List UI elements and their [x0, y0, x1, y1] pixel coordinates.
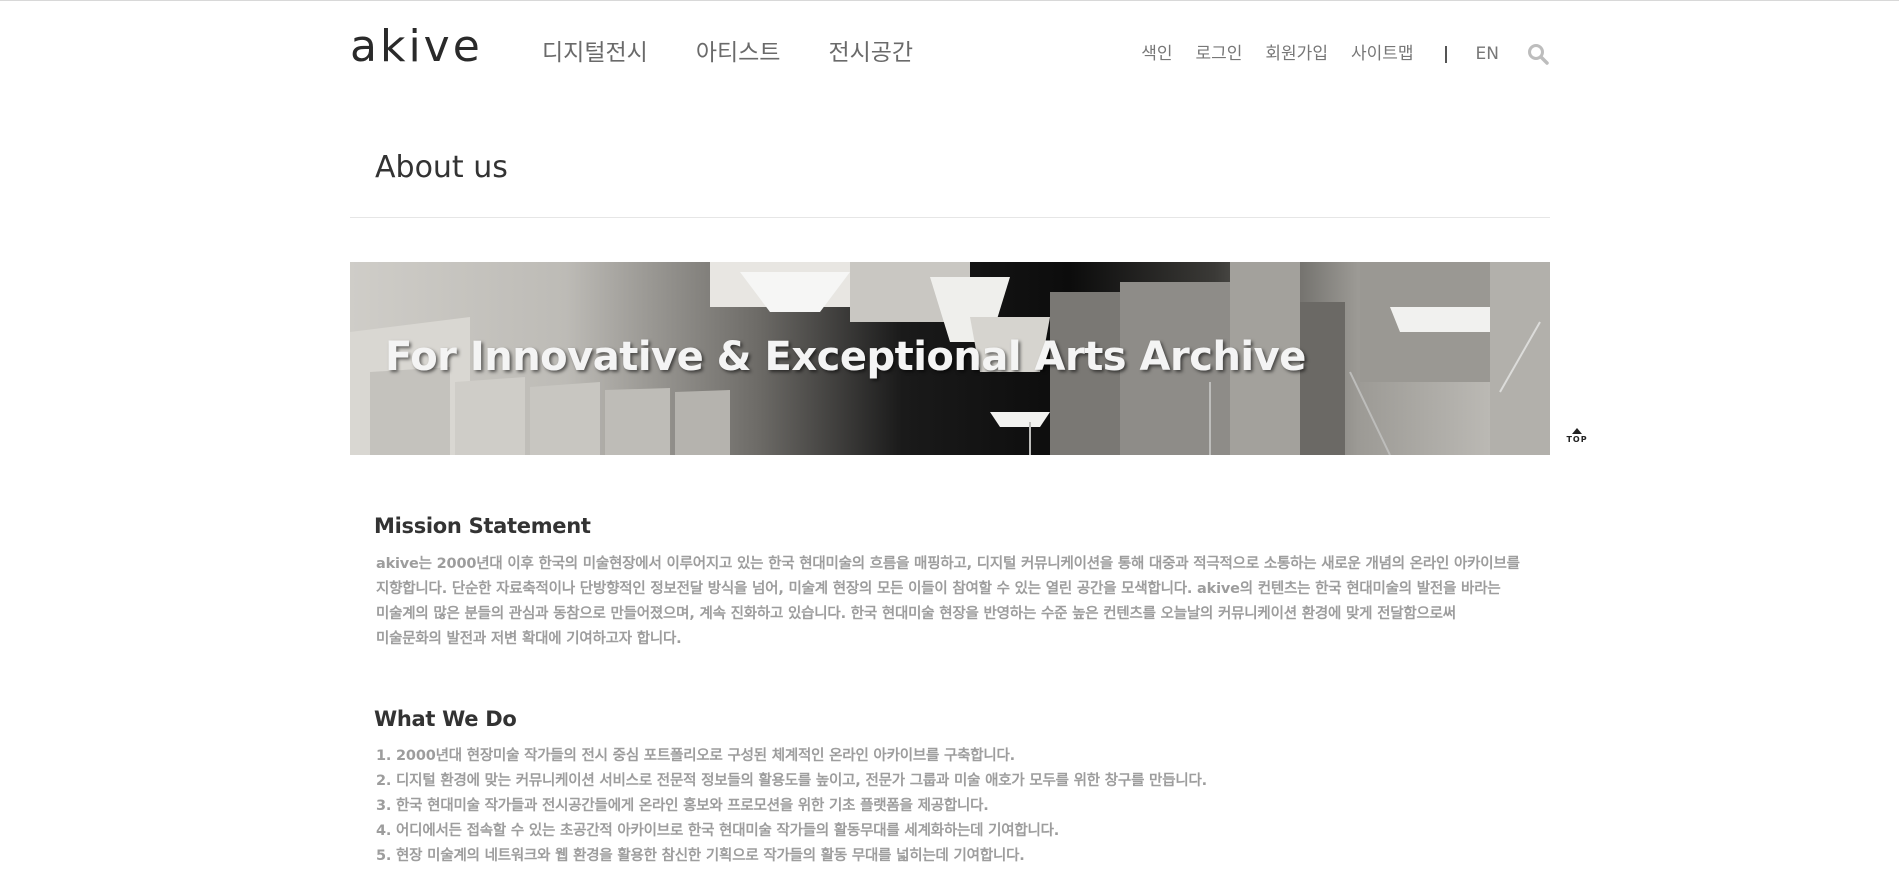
title-divider — [350, 217, 1550, 218]
hero-banner: For Innovative & Exceptional Arts Archiv… — [350, 262, 1550, 455]
mission-line: 미술계의 많은 분들의 관심과 동참으로 만들어졌으며, 계속 진화하고 있습니… — [376, 606, 1456, 622]
list-item: 4. 어디에서든 접속할 수 있는 초공간적 아카이브로 한국 현대미술 작가들… — [376, 823, 1060, 839]
util-login-link[interactable]: 로그인 — [1195, 42, 1242, 66]
list-item: 5. 현장 미술계의 네트워크와 웹 환경을 활용한 참신한 기획으로 작가들의… — [376, 848, 1025, 864]
site-logo[interactable]: akive — [350, 22, 483, 72]
util-lang-en-link[interactable]: EN — [1476, 42, 1499, 66]
util-separator — [1444, 45, 1447, 63]
nav-artists[interactable]: 아티스트 — [696, 38, 781, 68]
whatwedo-list: 1. 2000년대 현장미술 작가들의 전시 중심 포트폴리오로 구성된 체계적… — [376, 744, 1207, 869]
mission-line: akive는 2000년대 이후 한국의 미술현장에서 이루어지고 있는 한국 … — [376, 556, 1520, 572]
mission-line: 미술문화의 발전과 저변 확대에 기여하고자 합니다. — [376, 631, 682, 647]
list-item: 1. 2000년대 현장미술 작가들의 전시 중심 포트폴리오로 구성된 체계적… — [376, 748, 1015, 764]
page-container: akive 디지털전시 아티스트 전시공간 색인 로그인 회원가입 사이트맵 E… — [350, 0, 1550, 884]
main-nav: 디지털전시 아티스트 전시공간 — [542, 38, 961, 68]
page-title: About us — [375, 150, 508, 185]
util-sitemap-link[interactable]: 사이트맵 — [1351, 42, 1414, 66]
mission-heading: Mission Statement — [374, 514, 591, 538]
util-join-link[interactable]: 회원가입 — [1265, 42, 1328, 66]
mission-line: 지향합니다. 단순한 자료축적이나 단방향적인 정보전달 방식을 넘어, 미술계… — [376, 581, 1501, 597]
utility-nav: 색인 로그인 회원가입 사이트맵 EN — [1118, 42, 1550, 66]
util-index-link[interactable]: 색인 — [1141, 42, 1172, 66]
nav-exhibition-space[interactable]: 전시공간 — [828, 38, 913, 68]
mission-text: akive는 2000년대 이후 한국의 미술현장에서 이루어지고 있는 한국 … — [376, 552, 1526, 652]
scroll-top-button[interactable]: TOP — [1565, 428, 1589, 452]
search-icon — [1528, 44, 1549, 65]
nav-digital-exhibition[interactable]: 디지털전시 — [542, 38, 648, 68]
search-button[interactable] — [1526, 42, 1550, 66]
scroll-top-label: TOP — [1566, 435, 1588, 444]
banner-headline: For Innovative & Exceptional Arts Archiv… — [385, 334, 1306, 380]
list-item: 2. 디지털 환경에 맞는 커뮤니케이션 서비스로 전문적 정보들의 활용도를 … — [376, 773, 1207, 789]
whatwedo-heading: What We Do — [374, 707, 517, 731]
list-item: 3. 한국 현대미술 작가들과 전시공간들에게 온라인 홍보와 프로모션을 위한… — [376, 798, 989, 814]
